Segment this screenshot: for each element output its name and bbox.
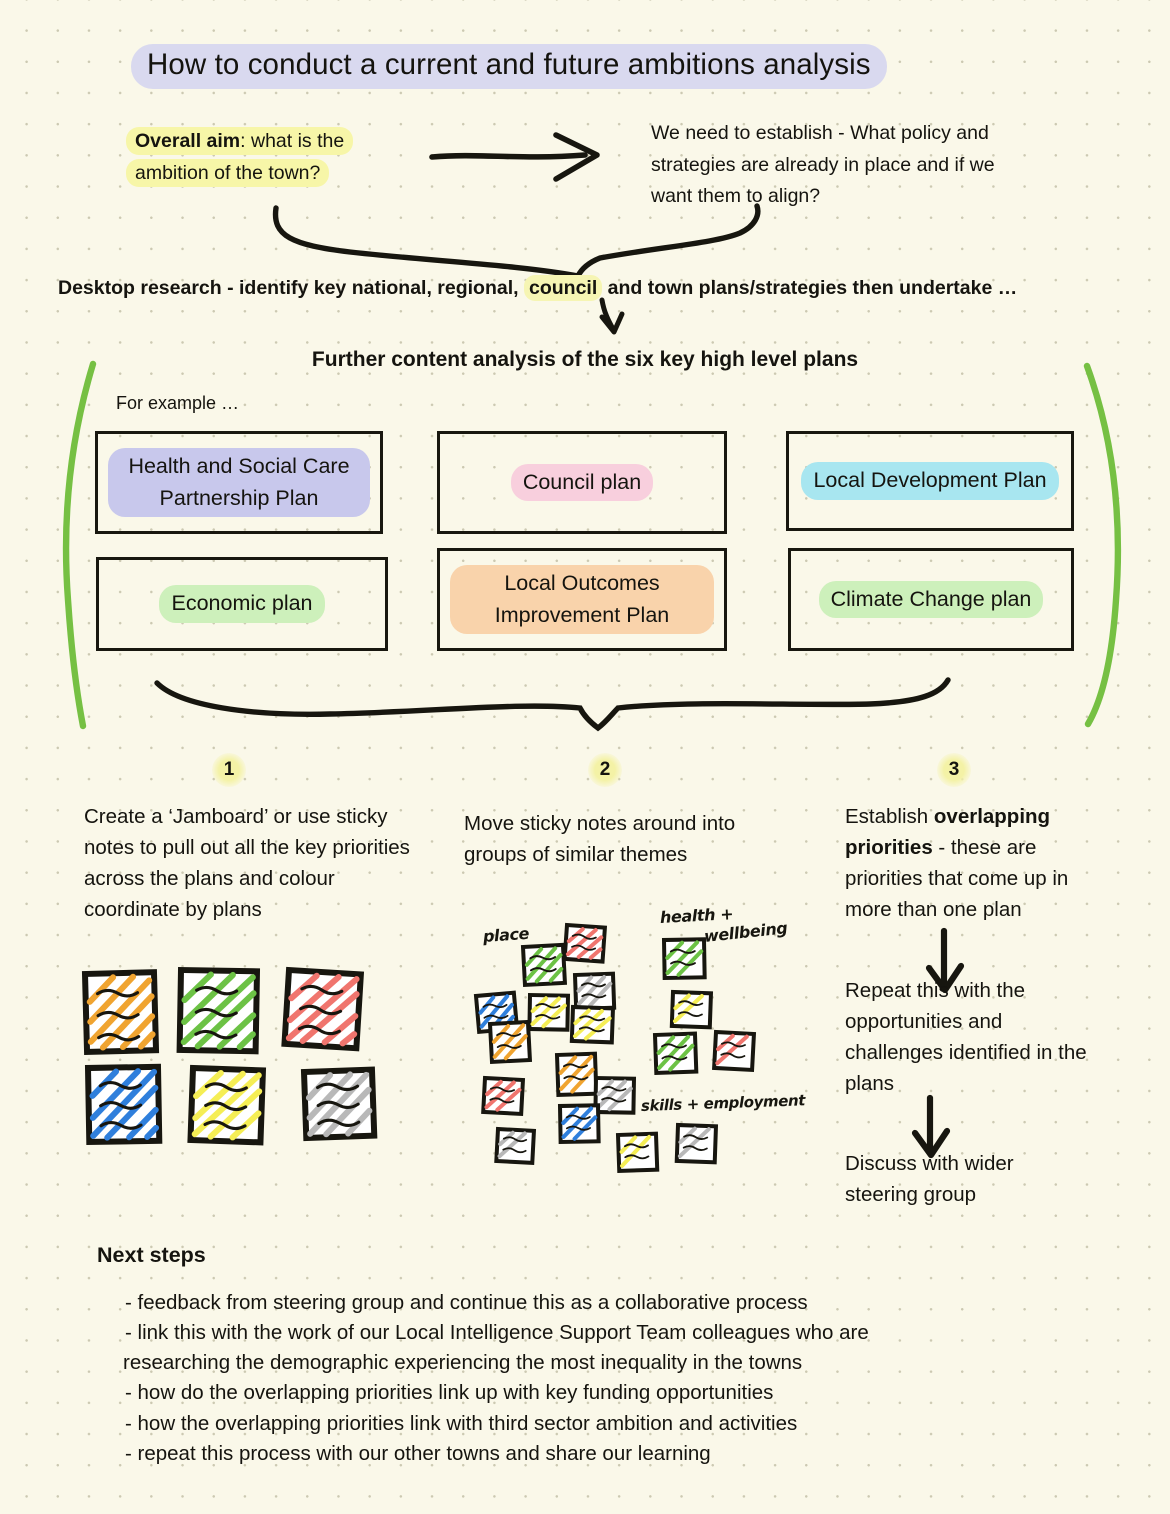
- overall-aim-note: Overall aim: what is the ambition of the…: [126, 126, 406, 189]
- desktop-research-line: Desktop research - identify key national…: [58, 275, 1148, 301]
- sticky-note: [81, 969, 160, 1056]
- sticky-note: [281, 966, 365, 1052]
- plan-box-council-plan: Council plan: [437, 431, 727, 534]
- plan-box-economic-plan: Economic plan: [96, 557, 388, 651]
- plan-label: Local Outcomes Improvement Plan: [450, 565, 714, 634]
- sticky-note: [712, 1029, 757, 1073]
- sticky-note: [187, 1064, 267, 1146]
- desktop-research-part2: and town plans/strategies then undertake…: [602, 277, 1018, 299]
- plan-box-health-social-care: Health and Social Care Partnership Plan: [95, 431, 383, 534]
- sticky-note: [652, 1031, 699, 1076]
- plan-box-local-development: Local Development Plan: [786, 431, 1074, 531]
- step-3-discuss-text: Discuss with wider steering group: [845, 1152, 1014, 1207]
- green-bracket-right: [1083, 362, 1122, 728]
- theme-label-skills: skills + employment: [640, 1091, 806, 1115]
- dot-grid-background: [0, 0, 1170, 1514]
- plan-label: Local Development Plan: [801, 462, 1059, 500]
- hand-drawn-illustration-layer: [62, 132, 1122, 1174]
- sticky-note: [84, 1063, 163, 1146]
- brace-top: [272, 203, 761, 280]
- arrow-down-icon-2: [911, 1094, 951, 1159]
- green-bracket-left: [62, 360, 97, 730]
- sticky-note: [487, 1019, 533, 1065]
- for-example-label: For example …: [116, 393, 240, 413]
- sticky-note: [661, 937, 707, 981]
- plan-label: Climate Change plan: [818, 580, 1044, 619]
- sticky-note: [527, 992, 571, 1032]
- step-1-text: Create a ‘Jamboard’ or use sticky notes …: [84, 805, 410, 922]
- arrow-right-icon: [429, 132, 600, 182]
- plan-label: Health and Social Care Partnership Plan: [108, 448, 370, 517]
- sticky-note: [481, 1075, 526, 1117]
- next-steps-heading: Next steps: [97, 1243, 206, 1267]
- step-3-repeat-text: Repeat this with the opportunities and c…: [845, 979, 1087, 1096]
- step-2-text: Move sticky notes around into groups of …: [464, 812, 736, 867]
- next-step-item: - how do the overlapping priorities link…: [125, 1381, 774, 1405]
- next-step-item: - how the overlapping priorities link wi…: [125, 1411, 798, 1435]
- step-number-3: 3: [937, 753, 971, 787]
- sticky-note: [494, 1126, 537, 1165]
- plan-box-local-outcomes: Local Outcomes Improvement Plan: [437, 548, 727, 651]
- step-number-2: 2: [588, 753, 622, 787]
- plan-box-climate-change: Climate Change plan: [788, 548, 1074, 651]
- sticky-note: [300, 1066, 378, 1142]
- step-3-text: Establish overlapping priorities - these…: [845, 801, 1100, 926]
- sticky-note: [572, 971, 617, 1012]
- step-3-pre: Establish: [845, 805, 934, 828]
- desktop-research-highlight: council: [523, 275, 603, 301]
- sticky-note: [554, 1051, 599, 1098]
- next-steps-list: - feedback from steering group and conti…: [123, 1288, 1085, 1469]
- next-step-item: - repeat this process with our other tow…: [125, 1441, 711, 1465]
- sticky-note: [593, 1075, 637, 1115]
- sticky-note: [473, 990, 520, 1035]
- sticky-note: [669, 989, 714, 1030]
- next-step-item: - link this with the work of our Local I…: [125, 1321, 869, 1345]
- overall-aim-label: Overall aim: [135, 130, 241, 152]
- establish-note: We need to establish - What policy and s…: [651, 122, 995, 208]
- further-analysis-heading: Further content analysis of the six key …: [311, 348, 859, 371]
- sticky-note: [520, 942, 568, 988]
- plan-label: Economic plan: [159, 585, 325, 623]
- sticky-note: [562, 922, 608, 964]
- step-number-1: 1: [212, 753, 246, 787]
- theme-label-place: place: [482, 923, 530, 946]
- theme-label-health: health +: [659, 904, 734, 927]
- brace-bottom: [154, 677, 951, 732]
- page-title: How to conduct a current and future ambi…: [131, 44, 887, 89]
- sticky-note: [557, 1103, 601, 1145]
- sticky-note: [176, 966, 261, 1055]
- sticky-note: [615, 1131, 660, 1174]
- plan-label: Council plan: [510, 463, 654, 502]
- desktop-research-part1: Desktop research - identify key national…: [58, 277, 524, 299]
- arrow-down-icon-desktop: [599, 297, 625, 335]
- sticky-note: [569, 1004, 616, 1045]
- next-step-item-continuation: researching the demographic experiencing…: [123, 1351, 803, 1375]
- sticky-note: [674, 1122, 719, 1165]
- next-step-item: - feedback from steering group and conti…: [125, 1291, 808, 1314]
